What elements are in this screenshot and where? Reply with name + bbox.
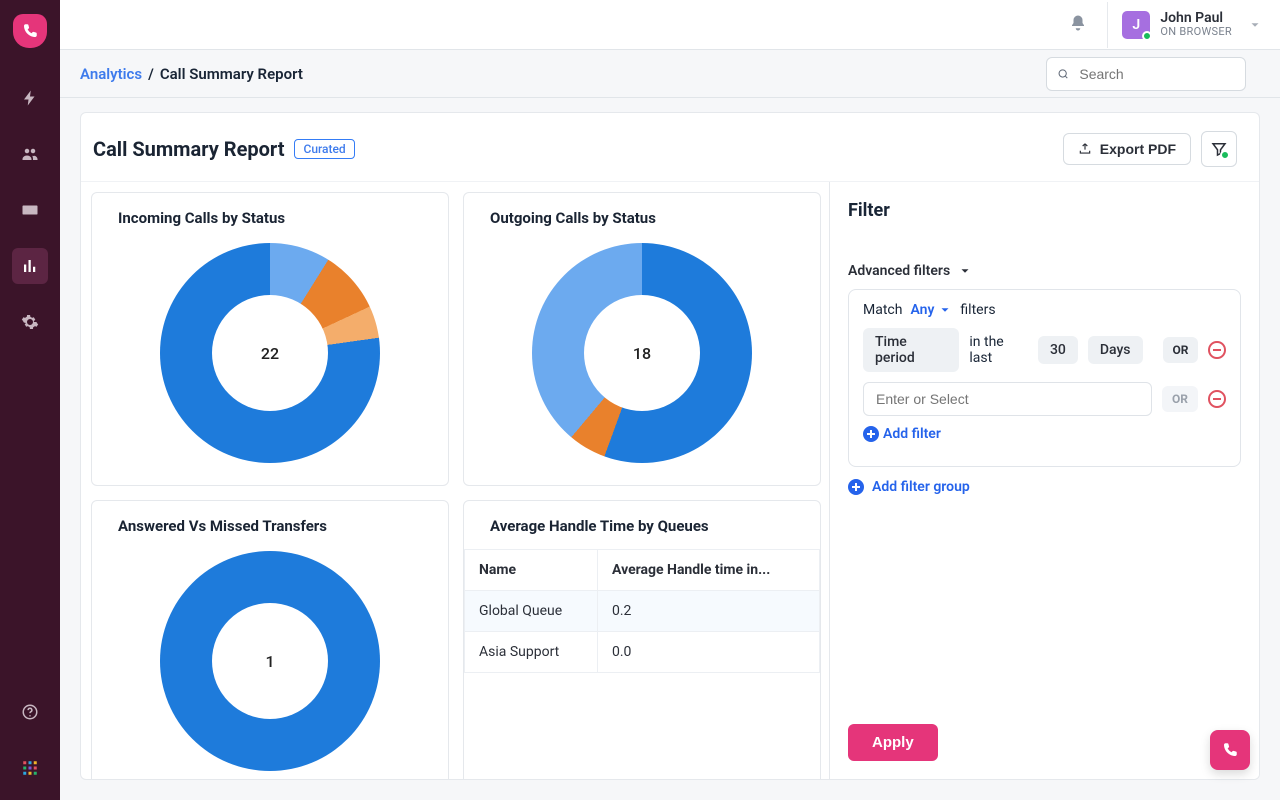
or-pill[interactable]: OR xyxy=(1163,337,1199,363)
or-pill-disabled: OR xyxy=(1162,386,1198,412)
phone-icon xyxy=(1221,741,1239,759)
page-title: Call Summary Report xyxy=(93,137,284,161)
aht-table: Name Average Handle time in... Global Qu… xyxy=(464,549,820,673)
widget-title: Average Handle Time by Queues xyxy=(490,517,820,535)
aht-col-name: Name xyxy=(465,550,598,591)
chevron-down-icon xyxy=(1248,18,1262,32)
export-pdf-label: Export PDF xyxy=(1100,141,1176,157)
widget-title: Answered Vs Missed Transfers xyxy=(118,517,434,535)
nav-item-apps[interactable] xyxy=(12,750,48,786)
dashboard-area: Incoming Calls by Status 22 Outgoing Cal… xyxy=(81,182,829,779)
bell-icon xyxy=(1069,14,1087,32)
chip-time-period[interactable]: Time period xyxy=(863,328,959,372)
triangle-down-icon xyxy=(958,264,972,278)
match-prefix: Match xyxy=(863,302,902,318)
plus-circle-icon xyxy=(863,426,879,442)
nav-item-contacts[interactable] xyxy=(12,136,48,172)
chip-value[interactable]: 30 xyxy=(1038,336,1078,364)
vertical-divider xyxy=(1107,2,1108,48)
filter-field-input[interactable] xyxy=(863,382,1152,416)
chip-unit[interactable]: Days xyxy=(1088,336,1143,364)
gear-icon xyxy=(21,313,39,331)
remove-filter-button[interactable] xyxy=(1208,341,1226,359)
plus-circle-icon xyxy=(848,479,864,495)
nav-item-analytics[interactable] xyxy=(12,248,48,284)
advanced-filters-label: Advanced filters xyxy=(848,263,950,279)
table-row[interactable]: Asia Support 0.0 xyxy=(465,632,820,673)
widget-outgoing-calls: Outgoing Calls by Status 18 xyxy=(463,192,821,486)
search-input[interactable] xyxy=(1077,65,1235,83)
user-name: John Paul xyxy=(1160,11,1232,26)
match-suffix: filters xyxy=(960,302,995,318)
filter-toggle-button[interactable] xyxy=(1201,131,1237,167)
donut-outgoing[interactable]: 18 xyxy=(532,243,752,463)
search-input-wrap[interactable] xyxy=(1046,57,1246,91)
widget-title: Incoming Calls by Status xyxy=(118,209,434,227)
aht-col-value: Average Handle time in... xyxy=(598,550,820,591)
in-the-last-label: in the last xyxy=(969,334,1028,366)
people-icon xyxy=(21,145,39,163)
card-icon xyxy=(21,201,39,219)
notifications-button[interactable] xyxy=(1069,14,1087,36)
chart-bar-icon xyxy=(21,257,39,275)
aht-row-value: 0.0 xyxy=(598,632,820,673)
advanced-filters-toggle[interactable]: Advanced filters xyxy=(848,263,1241,279)
table-row[interactable]: Global Queue 0.2 xyxy=(465,591,820,632)
export-pdf-button[interactable]: Export PDF xyxy=(1063,133,1191,165)
widget-incoming-calls: Incoming Calls by Status 22 xyxy=(91,192,449,486)
breadcrumb-sep: / xyxy=(148,65,154,83)
aht-row-name: Asia Support xyxy=(465,632,598,673)
app-sidebar xyxy=(0,0,60,800)
nav-item-settings[interactable] xyxy=(12,304,48,340)
donut-center-value: 22 xyxy=(212,295,328,411)
curated-badge: Curated xyxy=(294,139,354,159)
donut-incoming[interactable]: 22 xyxy=(160,243,380,463)
filter-active-dot xyxy=(1220,150,1230,160)
add-filter-button[interactable]: Add filter xyxy=(863,426,941,442)
search-icon xyxy=(1057,67,1069,81)
report-card: Call Summary Report Curated Export PDF xyxy=(80,112,1260,780)
subheader: Analytics / Call Summary Report xyxy=(60,50,1280,98)
remove-filter-button[interactable] xyxy=(1208,390,1226,408)
help-circle-icon xyxy=(21,703,39,721)
breadcrumb-root[interactable]: Analytics xyxy=(80,65,142,83)
aht-row-name: Global Queue xyxy=(465,591,598,632)
grid-icon xyxy=(21,759,39,777)
presence-dot xyxy=(1142,31,1152,41)
export-icon xyxy=(1078,142,1092,156)
topbar: J John Paul ON BROWSER xyxy=(60,0,1280,50)
widget-aht: Average Handle Time by Queues Name Avera… xyxy=(463,500,821,779)
aht-row-value: 0.2 xyxy=(598,591,820,632)
widget-title: Outgoing Calls by Status xyxy=(490,209,806,227)
filter-group: Match Any filters Time period in xyxy=(848,289,1241,467)
product-logo[interactable] xyxy=(13,14,47,48)
phone-icon xyxy=(21,22,39,40)
nav-item-activity[interactable] xyxy=(12,80,48,116)
bolt-icon xyxy=(21,89,39,107)
donut-transfers[interactable]: 1 xyxy=(160,551,380,771)
donut-center-value: 18 xyxy=(584,295,700,411)
avatar: J xyxy=(1122,11,1150,39)
breadcrumb-current: Call Summary Report xyxy=(160,65,303,83)
filter-panel: Filter Advanced filters Match xyxy=(829,182,1259,779)
user-menu[interactable]: J John Paul ON BROWSER xyxy=(1122,11,1262,39)
add-filter-group-button[interactable]: Add filter group xyxy=(848,479,1241,495)
avatar-initial: J xyxy=(1132,17,1140,33)
user-status: ON BROWSER xyxy=(1160,26,1232,38)
dialer-fab[interactable] xyxy=(1210,730,1250,770)
filter-title: Filter xyxy=(848,200,1241,221)
triangle-down-icon xyxy=(938,303,952,317)
widget-transfers: Answered Vs Missed Transfers 1 xyxy=(91,500,449,779)
match-mode-select[interactable]: Any xyxy=(910,302,952,318)
nav-item-help[interactable] xyxy=(12,694,48,730)
breadcrumb: Analytics / Call Summary Report xyxy=(80,65,303,83)
apply-button[interactable]: Apply xyxy=(848,724,938,761)
nav-item-billing[interactable] xyxy=(12,192,48,228)
donut-center-value: 1 xyxy=(212,603,328,719)
